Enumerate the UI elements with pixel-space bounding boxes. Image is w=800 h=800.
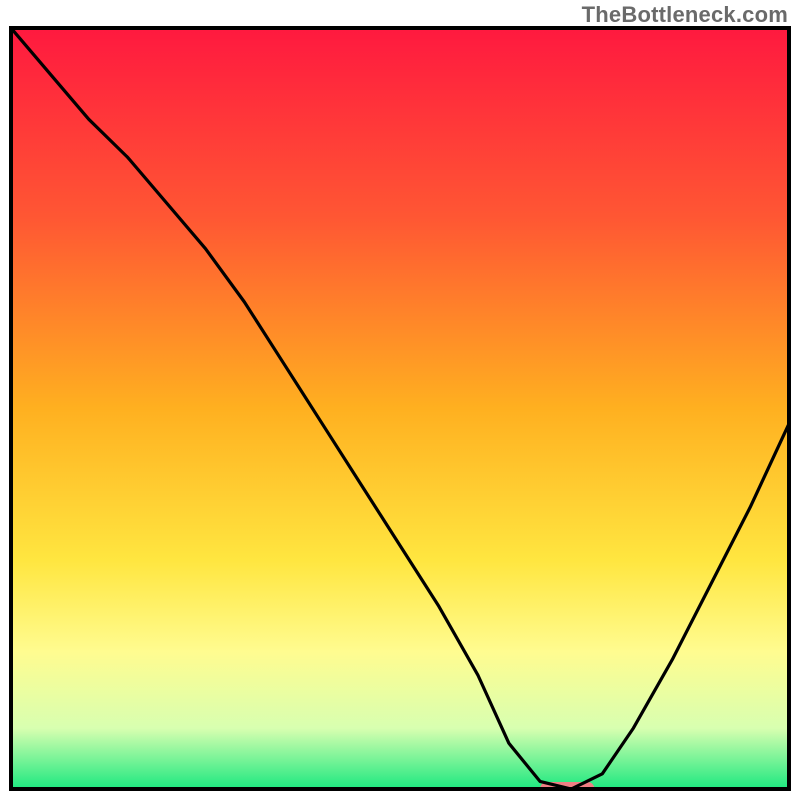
- bottleneck-chart: [0, 0, 800, 800]
- gradient-background: [11, 28, 789, 789]
- chart-container: TheBottleneck.com: [0, 0, 800, 800]
